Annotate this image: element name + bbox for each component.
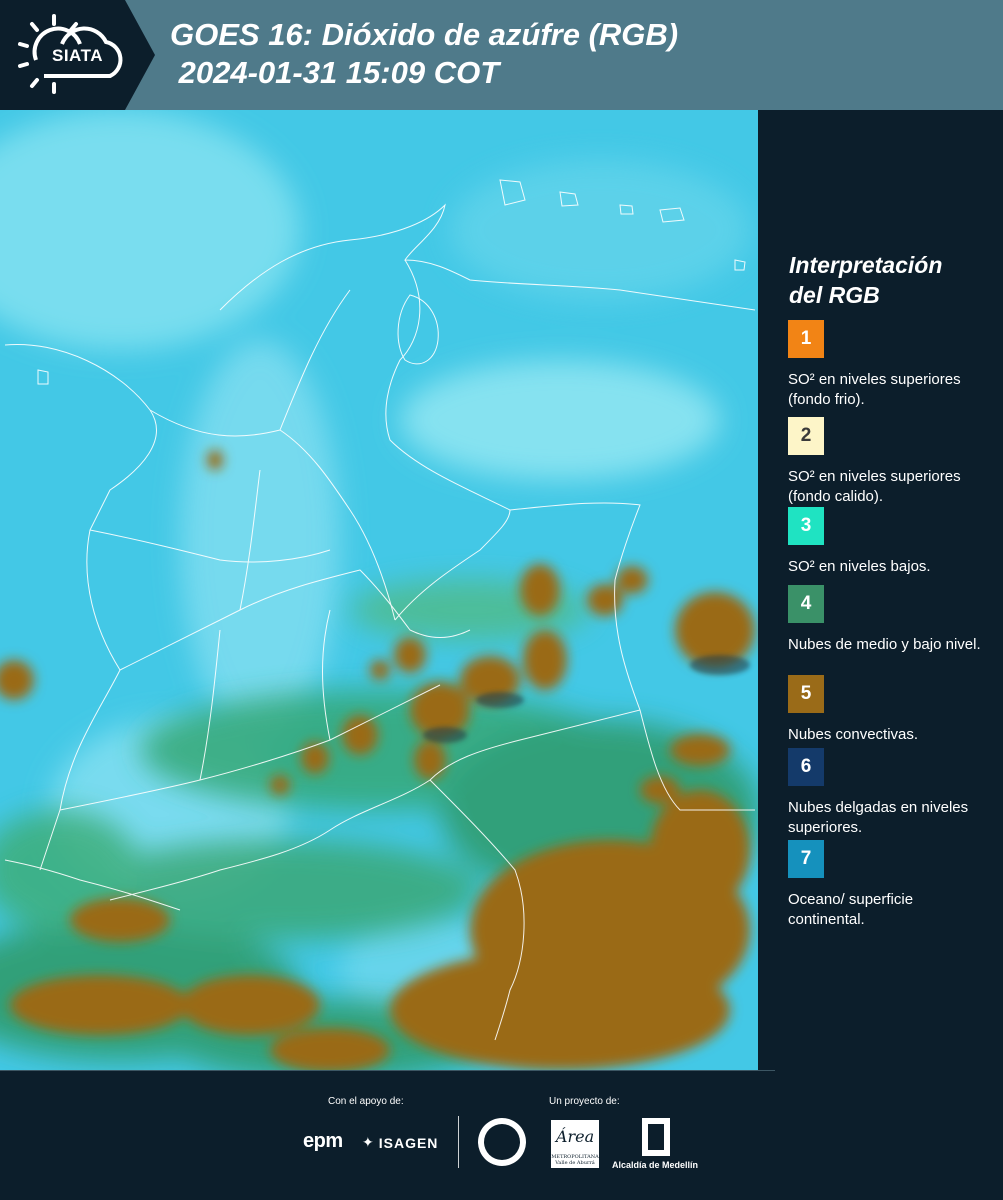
legend-label: SO² en niveles superiores (fondo frio). xyxy=(788,371,961,408)
satellite-map xyxy=(0,110,758,1070)
project-label: Un proyecto de: xyxy=(549,1096,620,1107)
legend-label: SO² en niveles superiores (fondo calido)… xyxy=(788,468,961,505)
alcaldia-shield-icon xyxy=(642,1118,670,1156)
footer-bar: Con el apoyo de: Un proyecto de: epm ✦ I… xyxy=(0,1070,1003,1200)
legend-swatch: 4 xyxy=(788,585,824,623)
legend-number: 1 xyxy=(800,328,812,349)
legend-swatch: 7 xyxy=(788,840,824,878)
legend-swatch: 2 xyxy=(788,417,824,455)
alcaldia-label: Alcaldía de Medellín xyxy=(612,1160,699,1170)
area-metropolitana-logo: Área METROPOLITANA Valle de Aburrá xyxy=(551,1120,599,1168)
isagen-label: ISAGEN xyxy=(378,1134,439,1151)
isagen-mark-icon: ✦ xyxy=(362,1134,375,1150)
legend-title: Interpretación del RGB xyxy=(789,250,942,310)
medellin-seal-icon xyxy=(478,1118,526,1166)
siata-logo: SIATA xyxy=(0,0,155,110)
logo-divider xyxy=(458,1116,459,1168)
area-logo-subtext: METROPOLITANA Valle de Aburrá xyxy=(551,1154,599,1166)
title-product: GOES 16: Dióxido de azúfre (RGB) xyxy=(170,17,679,52)
legend-panel: Interpretación del RGB 1 SO² en niveles … xyxy=(758,110,1003,1070)
legend-swatch: 6 xyxy=(788,748,824,786)
footer-divider xyxy=(0,1070,775,1071)
legend-item-7: 7 Oceano/ superficie continental. xyxy=(788,840,988,930)
legend-number: 4 xyxy=(800,593,812,614)
legend-item-6: 6 Nubes delgadas en niveles superiores. xyxy=(788,748,988,838)
support-label: Con el apoyo de: xyxy=(328,1096,404,1107)
header-bar: SIATA GOES 16: Dióxido de azúfre (RGB) 2… xyxy=(0,0,1003,110)
legend-number: 3 xyxy=(800,515,812,536)
legend-swatch: 3 xyxy=(788,507,824,545)
legend-swatch: 1 xyxy=(788,320,824,358)
legend-item-5: 5 Nubes convectivas. xyxy=(788,675,988,745)
isagen-logo: ✦ ISAGEN xyxy=(362,1134,438,1151)
legend-number: 6 xyxy=(800,756,812,777)
legend-label: Nubes convectivas. xyxy=(788,726,919,743)
page-title: GOES 16: Dióxido de azúfre (RGB) 2024-01… xyxy=(170,16,678,92)
logo-text: SIATA xyxy=(52,46,103,65)
legend-title-line1: Interpretación xyxy=(789,252,943,278)
epm-logo: epm xyxy=(303,1130,343,1152)
legend-label: Nubes delgadas en niveles superiores. xyxy=(788,799,969,836)
satellite-image xyxy=(0,110,758,1070)
legend-label: SO² en niveles bajos. xyxy=(788,558,931,575)
legend-label: Oceano/ superficie continental. xyxy=(788,891,914,928)
legend-item-1: 1 SO² en niveles superiores (fondo frio)… xyxy=(788,320,988,410)
legend-number: 2 xyxy=(800,425,812,446)
legend-title-line2: del RGB xyxy=(789,282,880,308)
legend-item-3: 3 SO² en niveles bajos. xyxy=(788,507,988,577)
area-logo-text: Área xyxy=(555,1127,595,1146)
legend-label: Nubes de medio y bajo nivel. xyxy=(788,636,981,653)
legend-item-2: 2 SO² en niveles superiores (fondo calid… xyxy=(788,417,988,507)
legend-number: 7 xyxy=(800,848,812,869)
legend-item-4: 4 Nubes de medio y bajo nivel. xyxy=(788,585,988,655)
legend-number: 5 xyxy=(800,683,812,704)
title-timestamp: 2024-01-31 15:09 COT xyxy=(170,55,500,90)
legend-swatch: 5 xyxy=(788,675,824,713)
